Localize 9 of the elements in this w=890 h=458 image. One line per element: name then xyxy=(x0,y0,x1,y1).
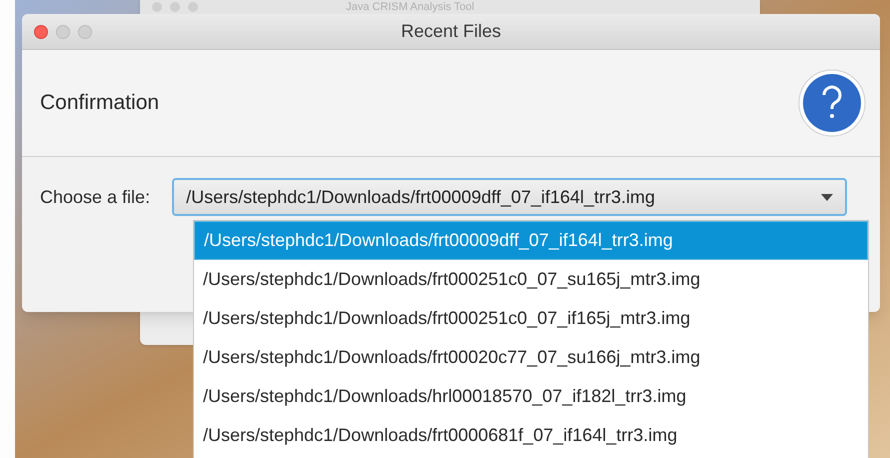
close-icon[interactable] xyxy=(34,25,48,39)
window-title: Recent Files xyxy=(400,20,502,43)
help-icon xyxy=(798,69,866,137)
caret-icon xyxy=(821,194,834,200)
file-dropdown[interactable]: /Users/stephdc1/Downloads/frt00009dff_07_if164l_trr3.img xyxy=(172,178,848,216)
header-title: Confirmation xyxy=(40,90,160,116)
field-label: Choose a file: xyxy=(40,186,150,208)
zoom-icon[interactable] xyxy=(78,25,92,39)
minimize-icon[interactable] xyxy=(56,25,70,39)
